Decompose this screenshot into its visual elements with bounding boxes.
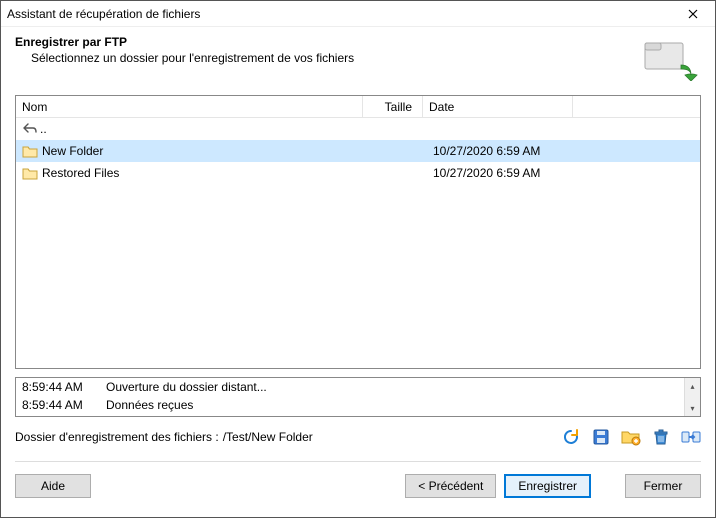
column-header-size[interactable]: Taille: [363, 96, 423, 117]
titlebar: Assistant de récupération de fichiers: [1, 1, 715, 27]
table-row[interactable]: New Folder 10/27/2020 6:59 AM: [16, 140, 700, 162]
log-time: 8:59:44 AM: [22, 380, 88, 394]
wizard-step-subtitle: Sélectionnez un dossier pour l'enregistr…: [15, 51, 639, 65]
log-message: Données reçues: [106, 398, 193, 412]
wizard-header-text: Enregistrer par FTP Sélectionnez un doss…: [15, 35, 639, 81]
file-name: New Folder: [40, 144, 367, 158]
wizard-step-title: Enregistrer par FTP: [15, 35, 639, 49]
save-profile-button[interactable]: [591, 427, 611, 447]
folder-icon: [20, 144, 40, 158]
new-folder-button[interactable]: [621, 427, 641, 447]
parent-folder-label: ..: [40, 122, 47, 136]
wizard-header: Enregistrer par FTP Sélectionnez un doss…: [1, 27, 715, 95]
log-message: Ouverture du dossier distant...: [106, 380, 267, 394]
file-name: Restored Files: [40, 166, 367, 180]
remote-file-list: Nom Taille Date .. New Folder 10/: [15, 95, 701, 369]
path-toolbar: [561, 427, 701, 447]
window-title: Assistant de récupération de fichiers: [7, 7, 677, 21]
back-button[interactable]: < Précédent: [405, 474, 496, 498]
save-button[interactable]: Enregistrer: [504, 474, 591, 498]
destination-path-row: Dossier d'enregistrement des fichiers : …: [1, 417, 715, 447]
ftp-folder-icon: [639, 35, 701, 81]
transfer-button[interactable]: [681, 427, 701, 447]
column-header-spacer: [573, 96, 700, 117]
log-time: 8:59:44 AM: [22, 398, 88, 412]
close-button[interactable]: Fermer: [625, 474, 701, 498]
scroll-down-icon[interactable]: ▾: [685, 400, 701, 416]
save-icon: [592, 428, 610, 446]
column-header-date[interactable]: Date: [423, 96, 573, 117]
help-button[interactable]: Aide: [15, 474, 91, 498]
file-rows: .. New Folder 10/27/2020 6:59 AM Restore…: [16, 118, 700, 368]
folder-icon: [20, 166, 40, 180]
delete-button[interactable]: [651, 427, 671, 447]
transfer-icon: [681, 429, 701, 445]
wizard-window: Assistant de récupération de fichiers En…: [0, 0, 716, 518]
delete-icon: [652, 428, 670, 446]
scroll-up-icon[interactable]: ▴: [685, 378, 701, 394]
new-folder-icon: [621, 428, 641, 446]
log-row: 8:59:44 AM Ouverture du dossier distant.…: [16, 378, 684, 396]
refresh-button[interactable]: [561, 427, 581, 447]
refresh-icon: [562, 428, 580, 446]
log-pane: 8:59:44 AM Ouverture du dossier distant.…: [15, 377, 701, 417]
parent-folder-row[interactable]: ..: [16, 118, 700, 140]
log-rows: 8:59:44 AM Ouverture du dossier distant.…: [16, 378, 684, 416]
column-headers: Nom Taille Date: [16, 96, 700, 118]
destination-path-label: Dossier d'enregistrement des fichiers :: [15, 430, 219, 444]
close-icon: [688, 9, 698, 19]
table-row[interactable]: Restored Files 10/27/2020 6:59 AM: [16, 162, 700, 184]
column-header-name[interactable]: Nom: [16, 96, 363, 117]
log-row: 8:59:44 AM Données reçues: [16, 396, 684, 414]
wizard-footer: Aide < Précédent Enregistrer Fermer: [1, 462, 715, 512]
file-date: 10/27/2020 6:59 AM: [427, 144, 577, 158]
window-close-button[interactable]: [677, 3, 709, 25]
up-arrow-icon: [20, 123, 40, 135]
log-scrollbar[interactable]: ▴ ▾: [684, 378, 700, 416]
file-date: 10/27/2020 6:59 AM: [427, 166, 577, 180]
destination-path-value: /Test/New Folder: [223, 430, 561, 444]
